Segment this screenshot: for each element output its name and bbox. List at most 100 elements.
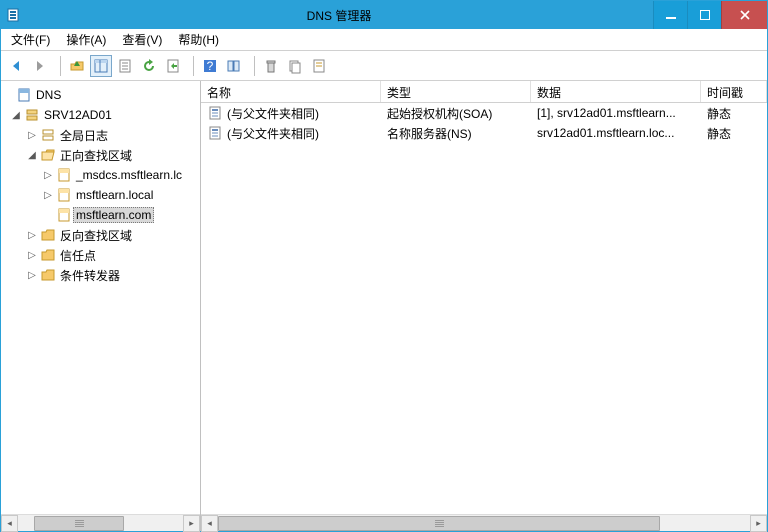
log-icon [39, 127, 57, 143]
delete-button[interactable] [260, 55, 282, 77]
collapse-icon[interactable]: ◢ [25, 150, 39, 161]
refresh-button[interactable] [138, 55, 160, 77]
record-icon [207, 125, 223, 141]
folder-icon [39, 267, 57, 283]
tree-node-global-log[interactable]: ▷ 全局日志 [1, 125, 200, 145]
maximize-button[interactable] [687, 1, 721, 29]
new-record-button[interactable] [308, 55, 330, 77]
app-icon [1, 7, 25, 23]
filter-button[interactable] [223, 55, 245, 77]
tree-node-zone2[interactable]: ▷ msftlearn.local [1, 185, 200, 205]
export-button[interactable] [162, 55, 184, 77]
main-body: DNS ◢ SRV12AD01 ▷ 全局日志 ◢ 正向查找区域 [1, 81, 767, 531]
record-icon [207, 105, 223, 121]
tree-label: 正向查找区域 [57, 146, 135, 165]
up-folder-button[interactable] [66, 55, 88, 77]
scroll-right-button[interactable]: ▸ [183, 515, 200, 532]
tree-node-zone1[interactable]: ▷ _msdcs.msftlearn.lc [1, 165, 200, 185]
dns-root-icon [15, 87, 33, 103]
tree-label: msftlearn.com [73, 207, 154, 223]
view-details-button[interactable] [90, 55, 112, 77]
tree[interactable]: DNS ◢ SRV12AD01 ▷ 全局日志 ◢ 正向查找区域 [1, 81, 200, 514]
list-body[interactable]: (与父文件夹相同) 起始授权机构(SOA) [1], srv12ad01.msf… [201, 103, 767, 514]
cell-name: (与父文件夹相同) [227, 105, 319, 122]
svg-text:?: ? [207, 59, 214, 73]
zone-icon [55, 187, 73, 203]
col-type[interactable]: 类型 [381, 81, 531, 102]
col-ts[interactable]: 时间戳 [701, 81, 767, 102]
list-pane: 名称 类型 数据 时间戳 (与父文件夹相同) 起始授权机构(SOA) [1], … [201, 81, 767, 531]
cell-type: 名称服务器(NS) [387, 125, 472, 142]
tree-label: SRV12AD01 [41, 107, 115, 123]
cell-ts: 静态 [707, 125, 731, 142]
menubar: 文件(F) 操作(A) 查看(V) 帮助(H) [1, 29, 767, 51]
scroll-track[interactable] [218, 515, 750, 532]
expand-icon[interactable]: ▷ [41, 170, 55, 181]
tree-label: msftlearn.local [73, 187, 156, 203]
expand-icon[interactable]: ▷ [25, 130, 39, 141]
copy-button[interactable] [284, 55, 306, 77]
server-icon [23, 107, 41, 123]
folder-icon [39, 227, 57, 243]
scroll-left-button[interactable]: ◂ [201, 515, 218, 532]
list-hscroll[interactable]: ◂ ▸ [201, 514, 767, 531]
close-button[interactable] [721, 1, 767, 29]
menu-file[interactable]: 文件(F) [3, 29, 58, 50]
list-row[interactable]: (与父文件夹相同) 起始授权机构(SOA) [1], srv12ad01.msf… [201, 103, 767, 123]
back-button[interactable] [5, 55, 27, 77]
scroll-left-button[interactable]: ◂ [1, 515, 18, 532]
titlebar: DNS 管理器 [1, 1, 767, 29]
folder-icon [39, 247, 57, 263]
tree-node-forwarders[interactable]: ▷ 条件转发器 [1, 265, 200, 285]
toolbar-separator [60, 56, 61, 76]
tree-label: 条件转发器 [57, 266, 123, 285]
expand-icon[interactable]: ▷ [25, 230, 39, 241]
toolbar-separator [193, 56, 194, 76]
expand-icon[interactable]: ▷ [25, 250, 39, 261]
tree-hscroll[interactable]: ◂ ▸ [1, 514, 200, 531]
tree-node-reverse-zones[interactable]: ▷ 反向查找区域 [1, 225, 200, 245]
list-row[interactable]: (与父文件夹相同) 名称服务器(NS) srv12ad01.msftlearn.… [201, 123, 767, 143]
menu-view[interactable]: 查看(V) [114, 29, 170, 50]
tree-node-trust[interactable]: ▷ 信任点 [1, 245, 200, 265]
collapse-icon[interactable]: ◢ [9, 110, 23, 121]
tree-pane: DNS ◢ SRV12AD01 ▷ 全局日志 ◢ 正向查找区域 [1, 81, 201, 531]
tree-label: 全局日志 [57, 126, 111, 145]
zone-icon [55, 207, 73, 223]
scroll-thumb[interactable] [218, 516, 660, 531]
expand-icon[interactable]: ▷ [41, 190, 55, 201]
expand-icon[interactable]: ▷ [25, 270, 39, 281]
minimize-button[interactable] [653, 1, 687, 29]
tree-label: 反向查找区域 [57, 226, 135, 245]
toolbar: ? [1, 51, 767, 81]
scroll-track[interactable] [18, 515, 183, 532]
tree-label: _msdcs.msftlearn.lc [73, 167, 185, 183]
tree-label: DNS [33, 87, 64, 103]
scroll-right-button[interactable]: ▸ [750, 515, 767, 532]
menu-help[interactable]: 帮助(H) [170, 29, 227, 50]
window-title: DNS 管理器 [25, 7, 653, 24]
cell-data: [1], srv12ad01.msftlearn... [537, 106, 676, 120]
tree-node-zone3[interactable]: msftlearn.com [1, 205, 200, 225]
cell-ts: 静态 [707, 105, 731, 122]
properties-button[interactable] [114, 55, 136, 77]
folder-open-icon [39, 147, 57, 163]
tree-node-dns[interactable]: DNS [1, 85, 200, 105]
cell-data: srv12ad01.msftlearn.loc... [537, 126, 674, 140]
help-button[interactable]: ? [199, 55, 221, 77]
cell-type: 起始授权机构(SOA) [387, 105, 492, 122]
tree-label: 信任点 [57, 246, 99, 265]
tree-node-server[interactable]: ◢ SRV12AD01 [1, 105, 200, 125]
col-data[interactable]: 数据 [531, 81, 701, 102]
toolbar-separator [254, 56, 255, 76]
column-headers: 名称 类型 数据 时间戳 [201, 81, 767, 103]
dns-manager-window: DNS 管理器 文件(F) 操作(A) 查看(V) 帮助(H) ? [0, 0, 768, 532]
zone-icon [55, 167, 73, 183]
cell-name: (与父文件夹相同) [227, 125, 319, 142]
menu-action[interactable]: 操作(A) [58, 29, 114, 50]
tree-node-forward-zones[interactable]: ◢ 正向查找区域 [1, 145, 200, 165]
col-name[interactable]: 名称 [201, 81, 381, 102]
scroll-thumb[interactable] [34, 516, 124, 531]
forward-button[interactable] [29, 55, 51, 77]
window-controls [653, 1, 767, 29]
